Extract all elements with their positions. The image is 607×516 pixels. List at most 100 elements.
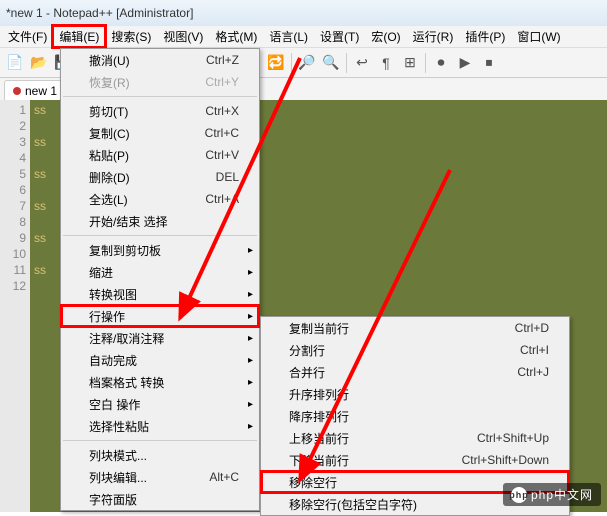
submenu-arrow-icon: ▸ xyxy=(248,289,253,300)
menu-bar: 文件(F)编辑(E)搜索(S)视图(V)格式(M)语言(L)设置(T)宏(O)运… xyxy=(0,26,607,48)
menu-item-label: 撤消(U) xyxy=(89,52,176,69)
macro-stop-icon[interactable]: ⏹ xyxy=(480,54,498,72)
new-file-icon[interactable]: 📄 xyxy=(6,54,24,72)
menu-item[interactable]: 列块编辑...Alt+C xyxy=(61,466,259,488)
menu-item-label: 删除(D) xyxy=(89,169,186,186)
macro-play-icon[interactable]: ▶ xyxy=(456,54,474,72)
menu-item[interactable]: 分割行 Ctrl+I xyxy=(261,339,569,361)
menu-item-label: 合并行 xyxy=(289,364,487,381)
separator xyxy=(425,53,426,73)
menu-item[interactable]: 运行(R) xyxy=(407,26,460,47)
separator xyxy=(291,53,292,73)
menu-shortcut: DEL xyxy=(216,170,239,184)
menu-item[interactable]: 语言(L) xyxy=(263,26,314,47)
window-title: *new 1 - Notepad++ [Administrator] xyxy=(6,6,193,20)
menu-item-label: 复制当前行 xyxy=(289,320,485,337)
menu-item-label: 降序排列行 xyxy=(289,408,549,425)
menu-item[interactable]: 文件(F) xyxy=(2,26,53,47)
replace-icon[interactable]: 🔁 xyxy=(267,54,285,72)
menu-shortcut: Alt+C xyxy=(209,470,239,484)
line-number: 4 xyxy=(0,150,26,166)
menu-item[interactable]: 格式(M) xyxy=(209,26,263,47)
line-number: 7 xyxy=(0,198,26,214)
line-number: 10 xyxy=(0,246,26,262)
menu-separator xyxy=(63,96,257,97)
submenu-arrow-icon: ▸ xyxy=(248,421,253,432)
menu-shortcut: Ctrl+Shift+Down xyxy=(462,453,549,467)
line-number: 1 xyxy=(0,102,26,118)
menu-shortcut: Ctrl+I xyxy=(520,343,549,357)
menu-item-label: 注释/取消注释 xyxy=(89,330,239,347)
menu-item[interactable]: 合并行 Ctrl+J xyxy=(261,361,569,383)
menu-item[interactable]: 转换视图▸ xyxy=(61,283,259,305)
submenu-arrow-icon: ▸ xyxy=(248,245,253,256)
menu-item[interactable]: 视图(V) xyxy=(157,26,209,47)
title-bar: *new 1 - Notepad++ [Administrator] xyxy=(0,0,607,26)
menu-shortcut: Ctrl+Z xyxy=(206,53,239,67)
menu-item[interactable]: 撤消(U) Ctrl+Z xyxy=(61,49,259,71)
menu-item-label: 自动完成 xyxy=(89,352,239,369)
tab-label: new 1 xyxy=(25,84,57,98)
indent-guide-icon[interactable]: ⊞ xyxy=(401,54,419,72)
submenu-arrow-icon: ▸ xyxy=(248,333,253,344)
menu-item-label: 空白 操作 xyxy=(89,396,239,413)
menu-item[interactable]: 设置(T) xyxy=(314,26,365,47)
menu-item-label: 档案格式 转换 xyxy=(89,374,239,391)
menu-item[interactable]: 窗口(W) xyxy=(511,26,566,47)
menu-item[interactable]: 删除(D) DEL xyxy=(61,166,259,188)
menu-item: 恢复(R)Ctrl+Y xyxy=(61,71,259,93)
menu-item[interactable]: 缩进▸ xyxy=(61,261,259,283)
menu-item[interactable]: 字符面版 xyxy=(61,488,259,510)
menu-item[interactable]: 复制(C) Ctrl+C xyxy=(61,122,259,144)
submenu-arrow-icon: ▸ xyxy=(248,267,253,278)
macro-record-icon[interactable]: ⏺ xyxy=(432,54,450,72)
menu-shortcut: Ctrl+C xyxy=(205,126,239,140)
line-number: 6 xyxy=(0,182,26,198)
menu-item[interactable]: 插件(P) xyxy=(459,26,511,47)
menu-item-label: 分割行 xyxy=(289,342,490,359)
menu-item-label: 字符面版 xyxy=(89,491,239,508)
line-number: 8 xyxy=(0,214,26,230)
zoom-in-icon[interactable]: 🔎 xyxy=(298,54,316,72)
line-number: 3 xyxy=(0,134,26,150)
menu-item[interactable]: 编辑(E) xyxy=(53,26,105,47)
submenu-arrow-icon: ▸ xyxy=(248,311,253,322)
watermark: php php中文网 xyxy=(503,483,601,506)
menu-item-label: 下移当前行 xyxy=(289,452,432,469)
menu-item[interactable]: 搜索(S) xyxy=(105,26,157,47)
menu-item[interactable]: 自动完成 ▸ xyxy=(61,349,259,371)
menu-item[interactable]: 列块模式... xyxy=(61,444,259,466)
menu-item-label: 全选(L) xyxy=(89,191,175,208)
menu-item[interactable]: 选择性粘贴▸ xyxy=(61,415,259,437)
menu-item[interactable]: 复制当前行 Ctrl+D xyxy=(261,317,569,339)
show-chars-icon[interactable]: ¶ xyxy=(377,54,395,72)
menu-shortcut: Ctrl+J xyxy=(517,365,549,379)
watermark-text: php中文网 xyxy=(531,486,593,503)
menu-item[interactable]: 开始/结束 选择 xyxy=(61,210,259,232)
menu-item[interactable]: 粘贴(P)Ctrl+V xyxy=(61,144,259,166)
menu-item[interactable]: 行操作 ▸ xyxy=(61,305,259,327)
menu-item[interactable]: 注释/取消注释 ▸ xyxy=(61,327,259,349)
menu-separator xyxy=(63,440,257,441)
line-number: 12 xyxy=(0,278,26,294)
menu-item-label: 复制(C) xyxy=(89,125,175,142)
open-file-icon[interactable]: 📂 xyxy=(30,54,48,72)
menu-item[interactable]: 降序排列行 xyxy=(261,405,569,427)
menu-item-label: 行操作 xyxy=(89,308,239,325)
menu-item[interactable]: 全选(L)Ctrl+A xyxy=(61,188,259,210)
menu-shortcut: Ctrl+X xyxy=(205,104,239,118)
menu-item[interactable]: 下移当前行 Ctrl+Shift+Down xyxy=(261,449,569,471)
zoom-out-icon[interactable]: 🔍 xyxy=(322,54,340,72)
menu-shortcut: Ctrl+D xyxy=(515,321,549,335)
menu-item[interactable]: 升序排列行 xyxy=(261,383,569,405)
menu-item-label: 恢复(R) xyxy=(89,74,175,91)
menu-item[interactable]: 空白 操作▸ xyxy=(61,393,259,415)
menu-item-label: 复制到剪切板 xyxy=(89,242,239,259)
menu-item[interactable]: 宏(O) xyxy=(365,26,406,47)
menu-item[interactable]: 上移当前行Ctrl+Shift+Up xyxy=(261,427,569,449)
submenu-arrow-icon: ▸ xyxy=(248,355,253,366)
wrap-icon[interactable]: ↩ xyxy=(353,54,371,72)
menu-item[interactable]: 档案格式 转换▸ xyxy=(61,371,259,393)
menu-item[interactable]: 剪切(T)Ctrl+X xyxy=(61,100,259,122)
menu-item[interactable]: 复制到剪切板 ▸ xyxy=(61,239,259,261)
